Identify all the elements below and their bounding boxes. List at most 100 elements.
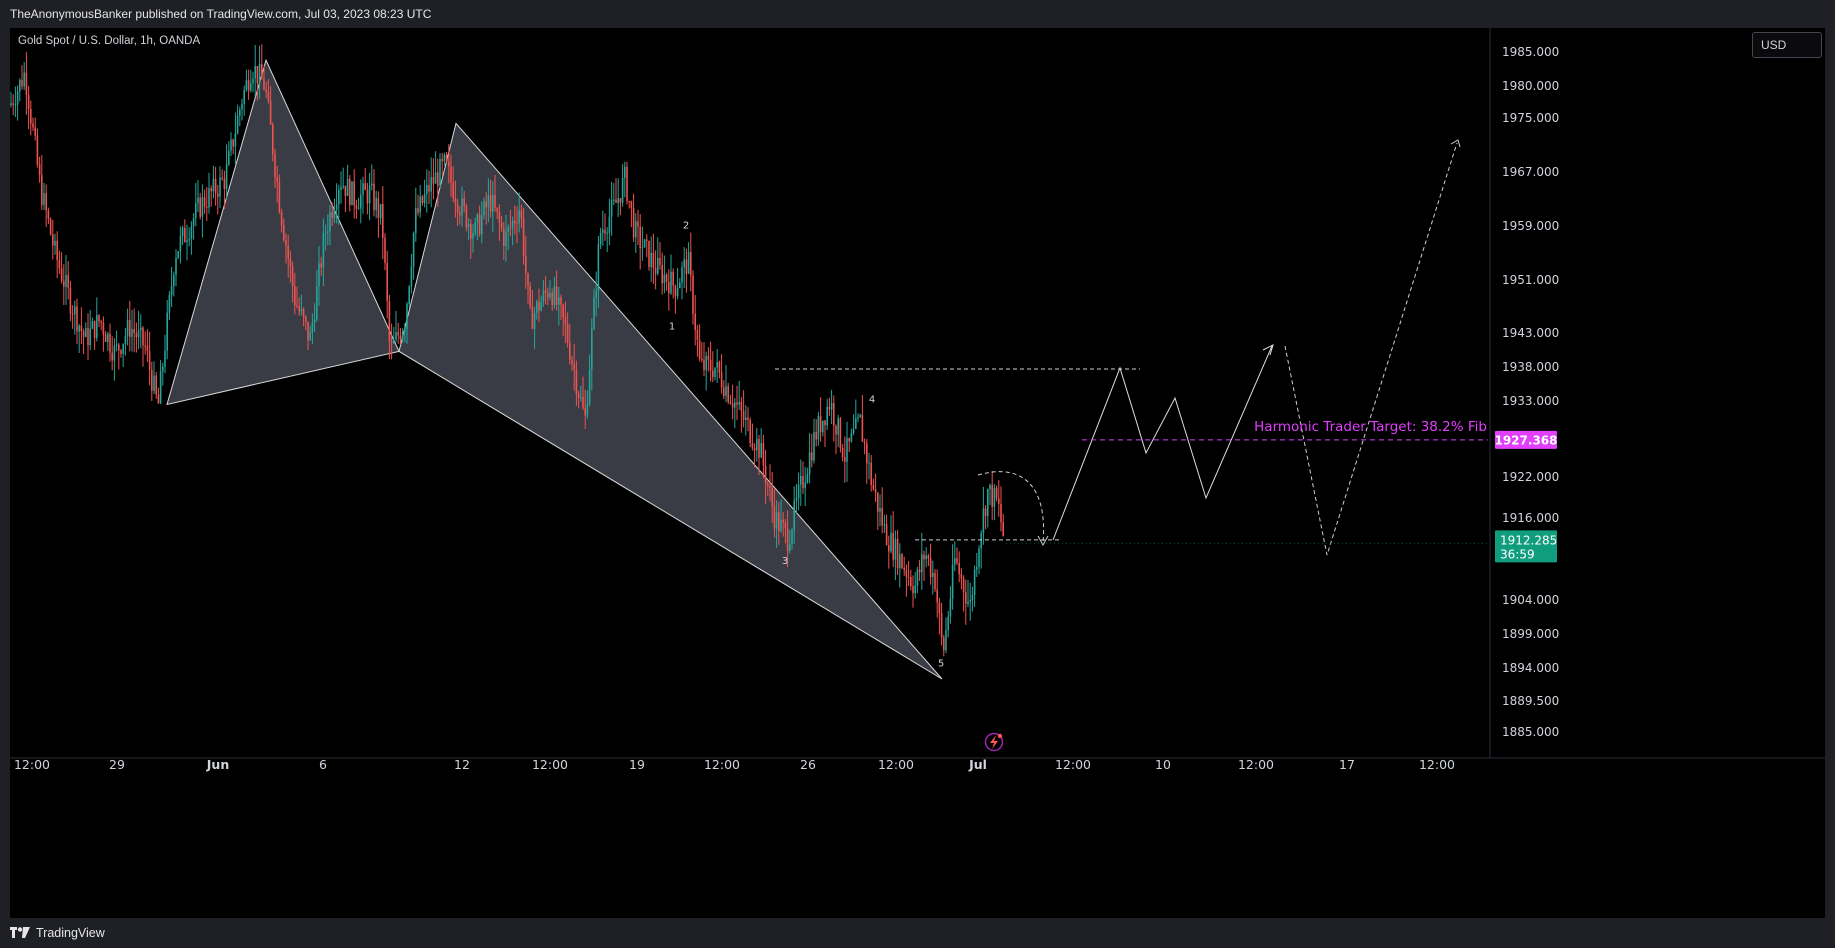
candle-body xyxy=(905,570,908,577)
candle-body xyxy=(753,447,756,451)
candle-body xyxy=(901,554,903,568)
candle-body xyxy=(76,306,78,332)
candle-body xyxy=(201,197,204,217)
candle-body xyxy=(120,350,122,354)
candle-body xyxy=(993,487,996,507)
candle-body xyxy=(300,309,303,312)
candle-body xyxy=(274,154,276,178)
candle-body xyxy=(694,313,696,331)
candle-body xyxy=(954,558,956,565)
candle-body xyxy=(439,158,441,186)
candle-body xyxy=(564,316,567,324)
candle-body xyxy=(749,419,751,444)
candle-body xyxy=(313,319,316,323)
candle-body xyxy=(747,417,749,420)
candle-body xyxy=(498,211,501,223)
candle-body xyxy=(252,78,254,84)
y-tick-label: 1959.000 xyxy=(1502,219,1559,233)
candle-body xyxy=(663,274,666,284)
x-tick-label: 6 xyxy=(319,757,327,772)
candle-body xyxy=(674,285,677,297)
candle-body xyxy=(593,297,595,329)
candle-body xyxy=(987,489,989,516)
candle-body xyxy=(751,443,754,448)
candle-body xyxy=(661,265,663,284)
candle-body xyxy=(34,127,36,136)
x-tick-label: 29 xyxy=(109,757,125,772)
candle-body xyxy=(533,312,536,329)
candle-body xyxy=(687,252,690,274)
candle-body xyxy=(659,258,661,266)
candle-body xyxy=(87,328,89,346)
candle-body xyxy=(685,259,688,274)
candle-body xyxy=(395,332,397,340)
candle-body xyxy=(74,306,76,315)
candle-body xyxy=(481,215,483,235)
candle-body xyxy=(118,344,120,351)
candle-body xyxy=(474,222,476,234)
candle-body xyxy=(85,328,87,337)
candle-body xyxy=(505,231,507,246)
candle-body xyxy=(551,293,553,306)
candle-body xyxy=(841,448,844,458)
candle-body xyxy=(58,260,61,269)
candle-body xyxy=(879,508,881,512)
candle-body xyxy=(157,394,160,404)
y-tick-label: 1985.000 xyxy=(1502,45,1559,59)
candle-body xyxy=(586,403,589,416)
candle-body xyxy=(192,218,195,227)
candle-body xyxy=(914,585,916,594)
currency-button[interactable]: USD xyxy=(1752,32,1822,58)
candle-body xyxy=(716,362,718,368)
candle-body xyxy=(470,223,472,239)
candle-body xyxy=(434,172,437,184)
candle-body xyxy=(421,196,424,204)
wave-label-1: 1 xyxy=(669,322,675,333)
candle-body xyxy=(786,527,789,552)
x-tick-label: 12:00 xyxy=(14,757,50,772)
candle-body xyxy=(938,602,941,614)
candle-body xyxy=(951,564,954,599)
y-tick-label: 1943.000 xyxy=(1502,326,1559,340)
symbol-label: Gold Spot / U.S. Dollar, 1h, OANDA xyxy=(18,35,201,47)
candle-body xyxy=(96,315,98,339)
candle-body xyxy=(965,592,967,604)
candle-body xyxy=(52,234,54,246)
candle-body xyxy=(947,616,949,630)
candle-body xyxy=(525,255,527,274)
candle-body xyxy=(404,329,406,332)
chart-area[interactable]: 1 2 3 4 5 Harmonic Trader Target: 38.2% Fib 19… xyxy=(10,28,1825,918)
y-tick-label: 1933.000 xyxy=(1502,394,1559,408)
candle-body xyxy=(122,343,124,354)
candle-body xyxy=(789,544,791,552)
candle-body xyxy=(808,452,811,475)
candle-body xyxy=(1000,503,1002,523)
candle-body xyxy=(221,177,223,179)
candle-body xyxy=(560,296,562,305)
candle-body xyxy=(265,89,267,92)
candle-body xyxy=(208,188,210,208)
candle-body xyxy=(445,154,448,162)
candle-body xyxy=(571,359,573,364)
x-tick-label: 17 xyxy=(1339,757,1355,772)
candle-body xyxy=(758,438,760,458)
candle-body xyxy=(408,286,410,305)
pattern-triangle-bcd xyxy=(398,122,943,680)
candle-body xyxy=(335,204,338,210)
candle-body xyxy=(459,212,461,216)
price-chart[interactable]: 12345Harmonic Trader Target: 38.2% Fib19… xyxy=(10,28,1825,918)
candle-body xyxy=(555,286,558,305)
candle-body xyxy=(890,532,892,552)
candle-body xyxy=(863,441,866,444)
candle-body xyxy=(261,64,263,80)
footer-brand[interactable]: TradingView xyxy=(36,926,105,940)
candle-body xyxy=(377,198,380,218)
candle-body xyxy=(822,420,824,433)
candle-body xyxy=(720,372,723,388)
candle-body xyxy=(472,233,474,239)
candle-body xyxy=(705,355,707,371)
candle-body xyxy=(311,322,314,333)
y-tick-label: 1885.000 xyxy=(1502,725,1559,739)
candle-body xyxy=(450,166,452,183)
candle-body xyxy=(485,201,487,208)
